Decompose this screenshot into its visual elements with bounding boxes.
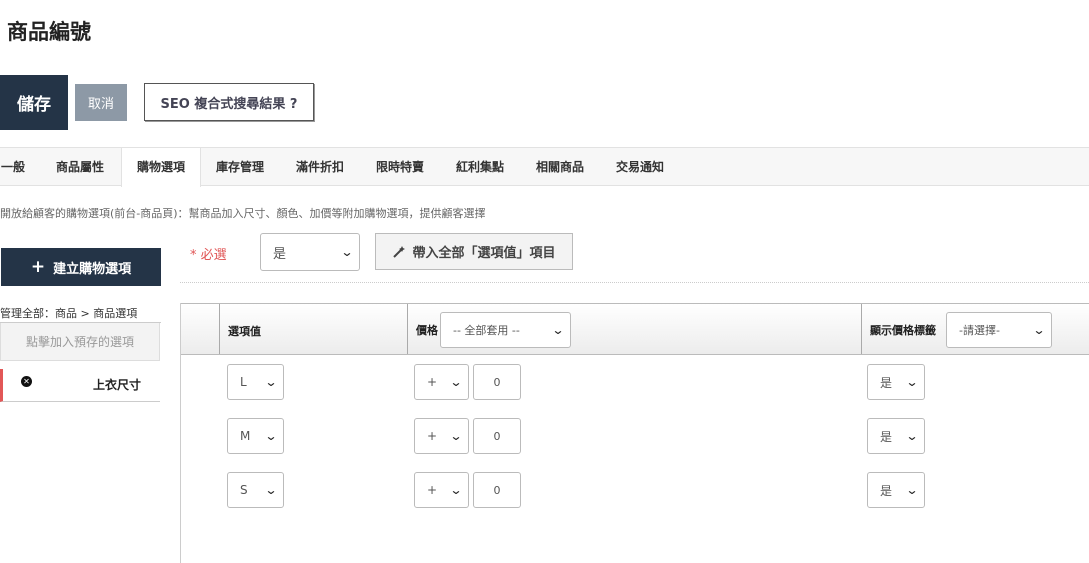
chevron-down-icon: ⌄ <box>905 483 919 497</box>
option-values-table: 選項值 價格 -- 全部套用 -- ⌄ 顯示價格標籤 -請選擇- ⌄ L ⌄ +… <box>180 303 1089 563</box>
price-sign-select[interactable]: + ⌄ <box>414 364 469 400</box>
table-header: 選項值 價格 -- 全部套用 -- ⌄ 顯示價格標籤 -請選擇- ⌄ <box>181 303 1089 355</box>
seo-button[interactable]: SEO 複合式搜尋結果 ? <box>144 83 314 121</box>
column-separator <box>861 304 862 354</box>
show-price-value: 是 <box>880 429 893 444</box>
chevron-down-icon: ⌄ <box>1032 323 1046 337</box>
price-sign: + <box>427 483 438 497</box>
price-apply-all-select[interactable]: -- 全部套用 -- ⌄ <box>440 312 571 348</box>
tab-related-products[interactable]: 相關商品 <box>528 148 592 186</box>
save-button[interactable]: 儲存 <box>0 75 68 130</box>
import-all-values-label: 帶入全部「選項值」項目 <box>412 246 556 261</box>
remove-circle-icon[interactable]: ✕ <box>21 376 32 387</box>
chevron-down-icon: ⌄ <box>264 483 278 497</box>
import-all-values-button[interactable]: 帶入全部「選項值」項目 <box>375 233 573 270</box>
chevron-down-icon: ⌄ <box>264 429 278 443</box>
column-separator <box>407 304 408 354</box>
price-input[interactable]: 0 <box>473 472 521 508</box>
show-price-value: 是 <box>880 375 893 390</box>
show-price-value: 是 <box>880 483 893 498</box>
tab-inventory[interactable]: 庫存管理 <box>208 148 272 186</box>
chevron-down-icon: ⌄ <box>449 429 463 443</box>
create-option-label: 建立購物選項 <box>53 261 132 277</box>
tab-shopping-options[interactable]: 購物選項 <box>121 148 201 187</box>
cancel-button[interactable]: 取消 <box>75 84 127 121</box>
chevron-down-icon: ⌄ <box>340 245 354 259</box>
chevron-down-icon: ⌄ <box>905 429 919 443</box>
price-sign-select[interactable]: + ⌄ <box>414 472 469 508</box>
add-preset-option-button[interactable]: 點擊加入預存的選項 <box>0 323 160 361</box>
tab-flash-sale[interactable]: 限時特賣 <box>368 148 432 186</box>
show-price-tag-select-value: -請選擇- <box>959 324 1000 337</box>
show-price-tag-select[interactable]: -請選擇- ⌄ <box>946 312 1052 348</box>
price-sign: + <box>427 429 438 443</box>
breadcrumb: 管理全部：商品 > 商品選項 <box>0 307 138 320</box>
magic-wand-icon <box>393 245 406 258</box>
tab-attributes[interactable]: 商品屬性 <box>48 148 112 186</box>
column-header-price: 價格 <box>416 324 438 337</box>
tab-transaction-notice[interactable]: 交易通知 <box>608 148 672 186</box>
chevron-down-icon: ⌄ <box>449 483 463 497</box>
option-value: M <box>240 429 251 443</box>
price-sign-select[interactable]: + ⌄ <box>414 418 469 454</box>
show-price-select[interactable]: 是 ⌄ <box>867 418 925 454</box>
required-select[interactable]: 是 ⌄ <box>260 233 360 271</box>
price-input[interactable]: 0 <box>473 364 521 400</box>
chevron-down-icon: ⌄ <box>905 375 919 389</box>
tab-description: 開放給顧客的購物選項(前台-商品頁)：幫商品加入尺寸、顏色、加價等附加購物選項，… <box>0 207 486 220</box>
chevron-down-icon: ⌄ <box>449 375 463 389</box>
tab-general[interactable]: 一般 <box>0 148 26 186</box>
required-label: * 必選 <box>190 248 227 263</box>
option-label: 上衣尺寸 <box>93 378 142 392</box>
divider-dotted <box>180 282 1089 283</box>
option-value-select[interactable]: S ⌄ <box>227 472 284 508</box>
price-apply-all-value: -- 全部套用 -- <box>453 324 520 337</box>
plus-icon: + <box>30 257 46 277</box>
column-header-show-price-tag: 顯示價格標籤 <box>870 324 936 337</box>
required-select-value: 是 <box>273 246 287 262</box>
price-input[interactable]: 0 <box>473 418 521 454</box>
option-list-item[interactable]: ✕ 上衣尺寸 <box>0 369 160 402</box>
option-value-select[interactable]: M ⌄ <box>227 418 284 454</box>
show-price-select[interactable]: 是 ⌄ <box>867 472 925 508</box>
price-sign: + <box>427 375 438 389</box>
tab-quantity-discount[interactable]: 滿件折扣 <box>288 148 352 186</box>
show-price-select[interactable]: 是 ⌄ <box>867 364 925 400</box>
column-separator <box>219 304 220 354</box>
option-value: S <box>240 483 248 497</box>
option-value-select[interactable]: L ⌄ <box>227 364 284 400</box>
create-option-button[interactable]: + 建立購物選項 <box>1 248 161 286</box>
tab-reward-points[interactable]: 紅利集點 <box>448 148 512 186</box>
option-value: L <box>240 375 247 389</box>
chevron-down-icon: ⌄ <box>551 323 565 337</box>
page-title: 商品編號 <box>7 20 91 44</box>
chevron-down-icon: ⌄ <box>264 375 278 389</box>
column-header-value: 選項值 <box>228 325 261 338</box>
tab-bar: 一般 商品屬性 購物選項 庫存管理 滿件折扣 限時特賣 紅利集點 相關商品 交易… <box>0 147 1089 187</box>
